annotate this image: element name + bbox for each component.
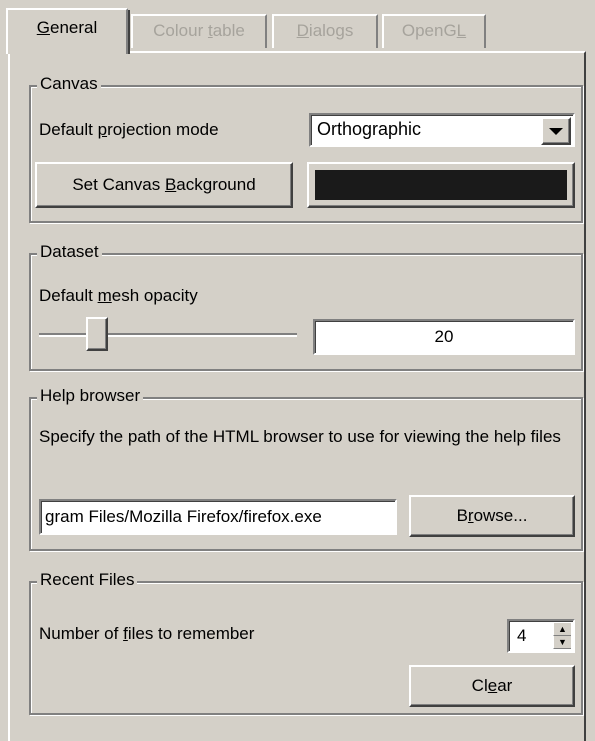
chevron-down-icon bbox=[549, 127, 563, 135]
projection-mode-value: Orthographic bbox=[317, 119, 422, 139]
button-label: Clear bbox=[471, 676, 513, 695]
tab-strip: General Colour table Dialogs OpenGL bbox=[0, 0, 595, 54]
tab-opengl[interactable]: OpenGL bbox=[382, 14, 486, 48]
canvas-background-swatch[interactable] bbox=[307, 162, 575, 208]
files-to-remember-label: Number of files to remember bbox=[39, 624, 255, 643]
mesh-opacity-field[interactable]: 20 bbox=[313, 319, 575, 355]
browse-button[interactable]: Browse... bbox=[409, 495, 575, 537]
dataset-group: Dataset Default mesh opacity 20 bbox=[29, 241, 583, 371]
tab-dialogs[interactable]: Dialogs bbox=[272, 14, 378, 48]
tab-label: OpenGL bbox=[401, 21, 467, 40]
tab-label: Dialogs bbox=[296, 21, 354, 40]
files-to-remember-value: 4 bbox=[517, 626, 527, 645]
browser-path-input[interactable]: gram Files/Mozilla Firefox/firefox.exe bbox=[39, 499, 397, 535]
button-label: Set Canvas Background bbox=[72, 175, 256, 194]
tab-label: General bbox=[36, 18, 98, 37]
mesh-opacity-slider-thumb[interactable] bbox=[86, 317, 109, 351]
projection-mode-select[interactable]: Orthographic bbox=[309, 113, 575, 147]
tab-general[interactable]: General bbox=[6, 8, 130, 54]
help-browser-group: Help browser Specify the path of the HTM… bbox=[29, 385, 583, 551]
spin-up-icon[interactable]: ▲ bbox=[553, 623, 571, 636]
projection-mode-label: Default projection mode bbox=[39, 120, 219, 139]
color-swatch bbox=[315, 170, 567, 200]
help-browser-legend: Help browser bbox=[37, 385, 144, 407]
clear-button[interactable]: Clear bbox=[409, 665, 575, 707]
mesh-opacity-value: 20 bbox=[434, 327, 454, 346]
recent-files-group: Recent Files Number of files to remember… bbox=[29, 569, 583, 715]
mesh-opacity-label: Default mesh opacity bbox=[39, 286, 198, 305]
mesh-opacity-slider-track[interactable] bbox=[39, 333, 297, 337]
files-to-remember-spinner[interactable]: 4 ▲ ▼ bbox=[507, 619, 575, 653]
tab-colour-table[interactable]: Colour table bbox=[131, 14, 267, 48]
help-browser-description: Specify the path of the HTML browser to … bbox=[39, 427, 561, 446]
set-canvas-background-button[interactable]: Set Canvas Background bbox=[35, 162, 293, 208]
canvas-group: Canvas Default projection mode Orthograp… bbox=[29, 73, 583, 223]
spinner-arrows: ▲ ▼ bbox=[553, 623, 571, 649]
canvas-legend: Canvas bbox=[37, 73, 101, 95]
button-label: Browse... bbox=[456, 506, 528, 525]
recent-files-legend: Recent Files bbox=[37, 569, 138, 591]
spin-down-icon[interactable]: ▼ bbox=[553, 636, 571, 649]
dataset-legend: Dataset bbox=[37, 241, 102, 263]
dropdown-button[interactable] bbox=[541, 117, 571, 145]
browser-path-value: gram Files/Mozilla Firefox/firefox.exe bbox=[45, 507, 322, 526]
tab-label: Colour table bbox=[153, 21, 245, 40]
